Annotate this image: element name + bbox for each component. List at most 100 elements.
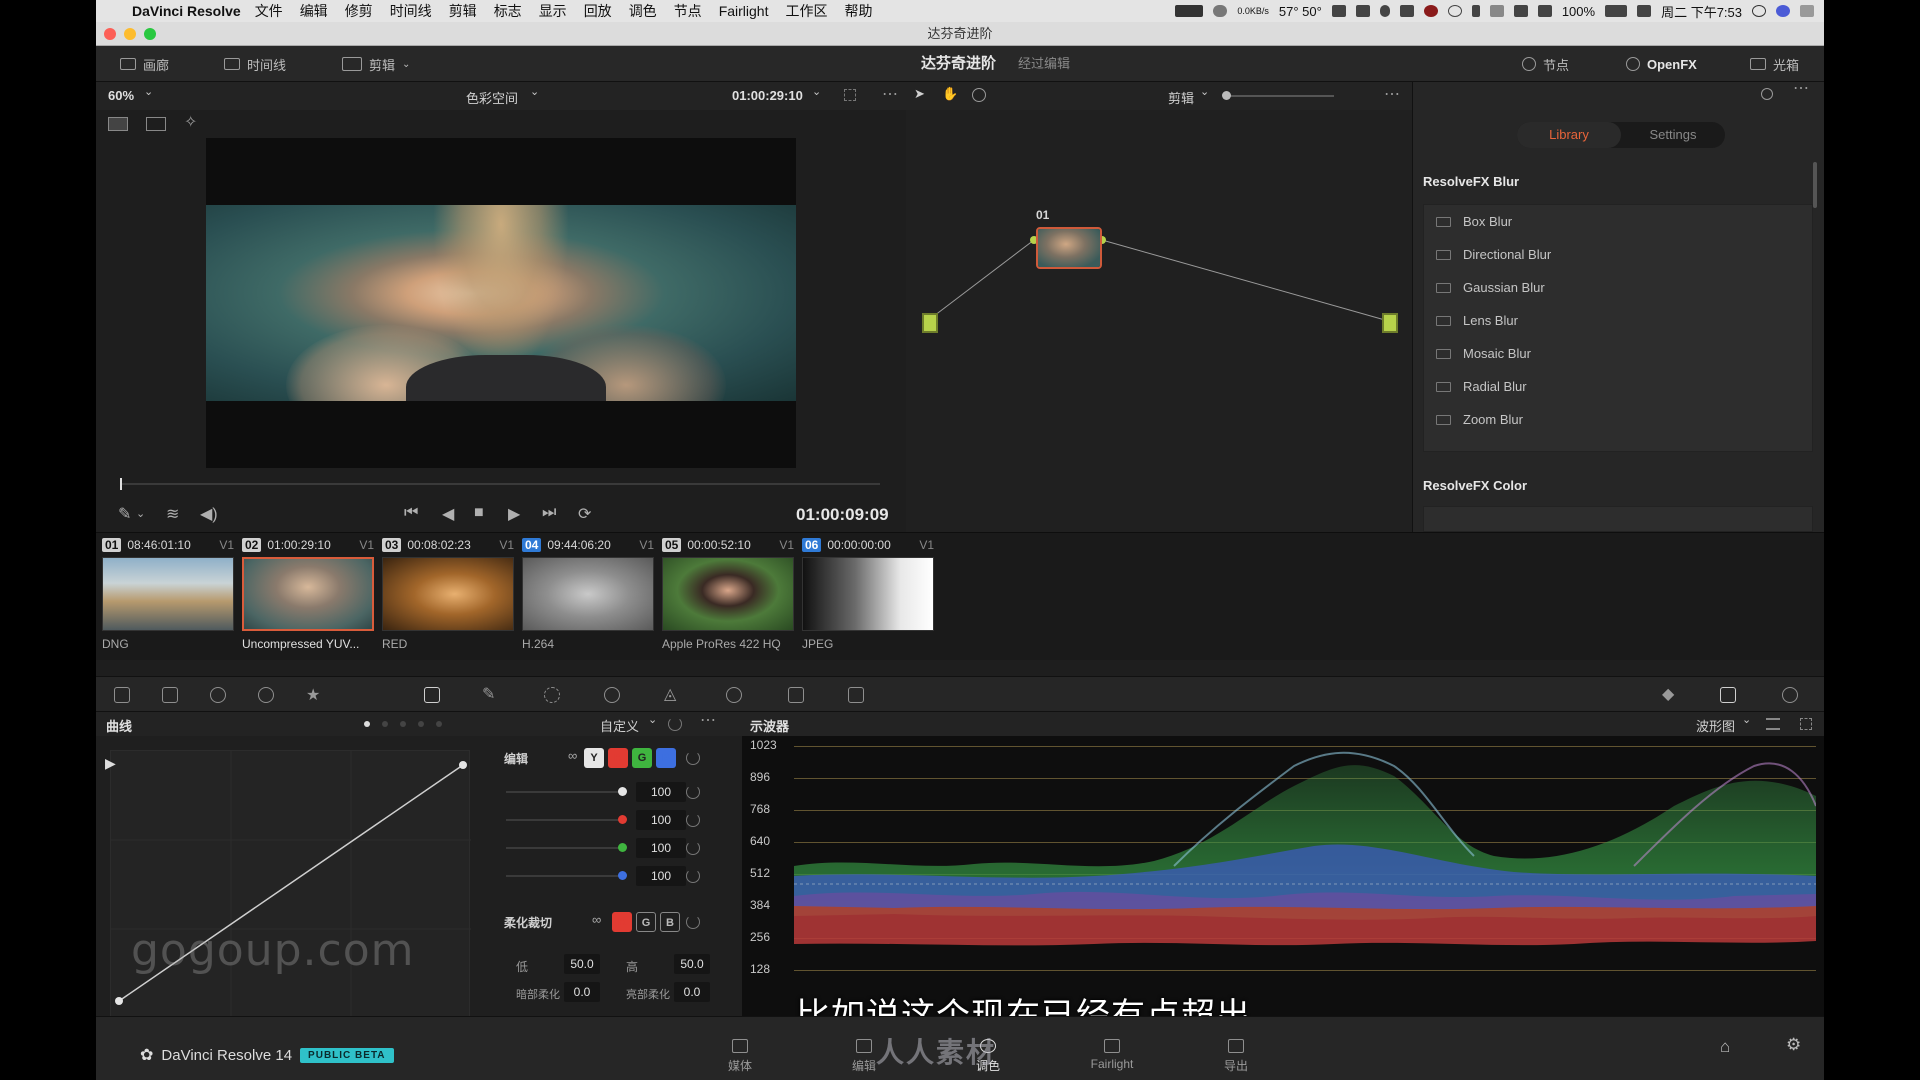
fx-item-zoom-blur[interactable]: Zoom Blur: [1424, 403, 1812, 436]
curves-page-dot[interactable]: [382, 721, 388, 727]
disable-icon[interactable]: [972, 88, 986, 102]
menu-color[interactable]: 调色: [629, 1, 657, 21]
close-window-button[interactable]: [104, 28, 116, 40]
motion-effects-icon[interactable]: ★: [306, 685, 322, 704]
soft-clip-g-button[interactable]: G: [636, 912, 656, 932]
play-button[interactable]: ▶: [508, 504, 520, 524]
scope-type-dropdown[interactable]: 波形图: [1696, 716, 1735, 735]
fullscreen-icon[interactable]: [844, 89, 856, 101]
home-icon[interactable]: ⌂: [1720, 1037, 1730, 1057]
slider-knob[interactable]: [618, 815, 627, 824]
clip-02[interactable]: 02 01:00:29:10 V1 Uncompressed YUV...: [242, 533, 378, 651]
soft-clip-b-button[interactable]: B: [660, 912, 680, 932]
airplay-icon[interactable]: [1513, 5, 1528, 17]
play-reverse-button[interactable]: ◀: [442, 504, 454, 524]
reset-icon[interactable]: [668, 717, 682, 731]
more-options-icon[interactable]: ⋯: [700, 710, 716, 730]
tab-settings[interactable]: Settings: [1621, 122, 1725, 148]
color-space-dropdown[interactable]: 色彩空间: [466, 88, 518, 107]
high-value[interactable]: 50.0: [674, 954, 710, 974]
sizing-icon[interactable]: [848, 687, 864, 703]
openfx-scrollbar[interactable]: [1813, 162, 1817, 208]
soft-clip-r-button[interactable]: R: [612, 912, 632, 932]
messages-icon[interactable]: [1355, 5, 1370, 17]
reset-icon[interactable]: [686, 915, 700, 929]
menu-file[interactable]: 文件: [255, 1, 283, 21]
intensity-b-slider[interactable]: 100: [506, 866, 706, 886]
curves-page-dot[interactable]: [418, 721, 424, 727]
battery-icon[interactable]: [1605, 5, 1628, 17]
intensity-g-value[interactable]: 100: [636, 838, 686, 858]
volume-icon[interactable]: [1537, 5, 1552, 17]
loop-button[interactable]: ⟳: [578, 504, 591, 524]
clip-thumbnail[interactable]: [102, 557, 234, 631]
notification-center-icon[interactable]: [1800, 5, 1814, 17]
color-wheels-icon[interactable]: [210, 687, 226, 703]
lightbox-button[interactable]: 光箱: [1750, 46, 1799, 82]
low-value[interactable]: 50.0: [564, 954, 600, 974]
curves-icon[interactable]: [424, 687, 440, 703]
magic-wand-icon[interactable]: ✧: [184, 112, 197, 132]
video-viewer[interactable]: [206, 138, 796, 468]
search-icon[interactable]: [1761, 88, 1773, 100]
mouse-icon[interactable]: [1379, 5, 1390, 17]
slider-knob[interactable]: [618, 787, 627, 796]
corrector-node-01[interactable]: [1036, 227, 1102, 269]
chevron-down-icon[interactable]: ⌄: [136, 507, 145, 520]
channel-b-button[interactable]: B: [656, 748, 676, 768]
slider-knob[interactable]: [618, 843, 627, 852]
menubar-clock[interactable]: 周二 下午7:53: [1661, 2, 1742, 21]
key-icon[interactable]: [788, 687, 804, 703]
intensity-g-slider[interactable]: 100: [506, 838, 706, 858]
clip-thumbnail[interactable]: [382, 557, 514, 631]
display-icon[interactable]: [1175, 5, 1204, 17]
go-to-start-button[interactable]: ⏮: [404, 504, 418, 522]
wifi-icon[interactable]: [1489, 5, 1504, 17]
settings-gear-icon[interactable]: ⚙: [1786, 1035, 1801, 1055]
high-soft-value[interactable]: 0.0: [674, 982, 710, 1002]
tab-library[interactable]: Library: [1517, 122, 1621, 148]
record-icon[interactable]: [1423, 5, 1438, 17]
scopes-icon[interactable]: [1720, 687, 1736, 703]
link-icon[interactable]: ∞: [568, 748, 577, 763]
expand-icon[interactable]: [1800, 718, 1812, 730]
node-graph-area[interactable]: [906, 110, 1412, 532]
reset-icon[interactable]: [686, 813, 700, 827]
hand-tool-icon[interactable]: ✋: [942, 86, 958, 102]
reset-icon[interactable]: [686, 841, 700, 855]
curves-page-dot[interactable]: [364, 721, 370, 727]
section-resolvefx-color[interactable]: ResolveFX Color: [1423, 478, 1527, 493]
menu-view[interactable]: 显示: [539, 1, 567, 21]
time-machine-icon[interactable]: [1447, 5, 1462, 17]
zoom-window-button[interactable]: [144, 28, 156, 40]
menu-help[interactable]: 帮助: [844, 1, 872, 21]
fx-item-radial-blur[interactable]: Radial Blur: [1424, 370, 1812, 403]
slider-knob[interactable]: [618, 871, 627, 880]
curves-page-dot[interactable]: [400, 721, 406, 727]
play-marker-icon[interactable]: ▶: [105, 755, 116, 772]
node-zoom-slider[interactable]: [1224, 95, 1334, 97]
menu-workspace[interactable]: 工作区: [785, 1, 827, 21]
split-view-icon[interactable]: [146, 117, 166, 131]
viewer-scrubber[interactable]: [120, 478, 880, 490]
color-picker-icon[interactable]: ✎: [118, 504, 131, 524]
viewer-timecode[interactable]: 01:00:29:10: [732, 88, 803, 103]
clip-thumbnail[interactable]: [802, 557, 934, 631]
fx-item-box-blur[interactable]: Box Blur: [1424, 205, 1812, 238]
more-options-icon[interactable]: ⋯: [882, 84, 898, 104]
openfx-button[interactable]: OpenFX: [1626, 46, 1697, 82]
menu-timeline[interactable]: 时间线: [390, 1, 432, 21]
node-output[interactable]: [1382, 313, 1398, 333]
channel-r-button[interactable]: R: [608, 748, 628, 768]
menu-edit[interactable]: 编辑: [300, 1, 328, 21]
node-zoom-knob[interactable]: [1222, 91, 1231, 100]
intensity-y-value[interactable]: 100: [636, 782, 686, 802]
clips-button[interactable]: 剪辑 ⌄: [342, 46, 410, 82]
reset-icon[interactable]: [686, 869, 700, 883]
speaker-icon[interactable]: ◀): [200, 504, 218, 524]
clip-thumbnail[interactable]: [522, 557, 654, 631]
qualifier-icon[interactable]: ✎: [482, 684, 498, 703]
more-options-icon[interactable]: ⋯: [1793, 78, 1809, 98]
curve-graph[interactable]: ▶ gogoup.com: [105, 750, 471, 1019]
info-icon[interactable]: [1782, 687, 1798, 703]
